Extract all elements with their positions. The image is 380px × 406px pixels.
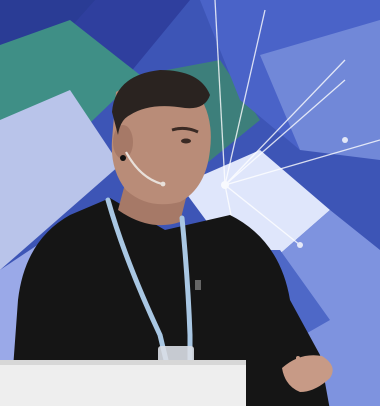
- photo-frame: [0, 0, 380, 406]
- podium-icon: [0, 360, 246, 406]
- earring-icon: [120, 155, 126, 161]
- sweater-logo: [195, 280, 201, 290]
- ear: [113, 125, 133, 159]
- speaker-photo: [0, 0, 380, 406]
